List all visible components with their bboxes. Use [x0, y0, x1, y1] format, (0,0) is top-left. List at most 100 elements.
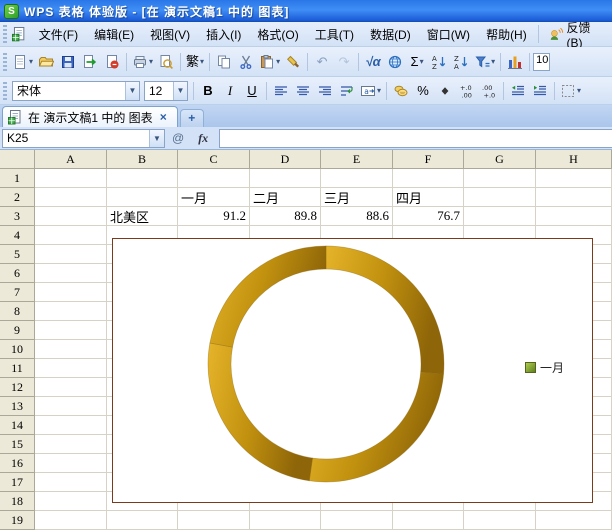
toolbar-grip[interactable] [3, 53, 7, 71]
cell-A14[interactable] [35, 416, 107, 435]
cell-A8[interactable] [35, 302, 107, 321]
cell-A18[interactable] [35, 492, 107, 511]
chevron-down-icon[interactable]: ▾ [491, 57, 495, 66]
increase-decimal-button[interactable]: +.0.00 [456, 80, 478, 102]
comma-style-button[interactable] [434, 80, 456, 102]
cell-A16[interactable] [35, 454, 107, 473]
cell-A2[interactable] [35, 188, 107, 207]
column-header-G[interactable]: G [464, 150, 536, 169]
cell-G3[interactable] [464, 207, 536, 226]
hyperlink-globe-button[interactable] [384, 51, 406, 73]
paste-button[interactable]: ▾ [257, 51, 282, 73]
cell-G1[interactable] [464, 169, 536, 188]
cell-H19[interactable] [536, 511, 612, 530]
cell-F2[interactable]: 四月 [393, 188, 464, 207]
cell-A5[interactable] [35, 245, 107, 264]
row-header-9[interactable]: 9 [0, 321, 35, 340]
autofilter-button[interactable]: ▾ [472, 51, 497, 73]
column-header-F[interactable]: F [393, 150, 464, 169]
cell-A10[interactable] [35, 340, 107, 359]
chevron-down-icon[interactable]: ▾ [149, 57, 153, 66]
new-tab-button[interactable]: + [180, 109, 204, 127]
open-button[interactable] [35, 51, 57, 73]
undo-button[interactable]: ↶ [311, 51, 333, 73]
donut-chart[interactable] [113, 239, 592, 502]
decrease-decimal-button[interactable]: .00+.0 [478, 80, 500, 102]
cell-E2[interactable]: 三月 [321, 188, 393, 207]
export-button[interactable] [79, 51, 101, 73]
format-painter-button[interactable] [282, 51, 304, 73]
row-header-5[interactable]: 5 [0, 245, 35, 264]
font-name-select[interactable]: 宋体 ▼ [12, 81, 140, 101]
increase-indent-button[interactable] [529, 80, 551, 102]
cell-E1[interactable] [321, 169, 393, 188]
percent-button[interactable]: % [412, 80, 434, 102]
cell-G19[interactable] [464, 511, 536, 530]
cell-H3[interactable] [536, 207, 612, 226]
row-header-1[interactable]: 1 [0, 169, 35, 188]
row-header-17[interactable]: 17 [0, 473, 35, 492]
menu-item-file[interactable]: 文件(F) [31, 23, 86, 46]
tab-chart-document[interactable]: 在 演示文稿1 中的 图表 × [2, 106, 178, 127]
menu-item-window[interactable]: 窗口(W) [419, 23, 478, 46]
cell-C3[interactable]: 91.2 [178, 207, 250, 226]
cell-D2[interactable]: 二月 [250, 188, 321, 207]
cell-A6[interactable] [35, 264, 107, 283]
cell-A19[interactable] [35, 511, 107, 530]
cell-B2[interactable] [107, 188, 178, 207]
cell-B3[interactable]: 北美区 [107, 207, 178, 226]
cell-E19[interactable] [321, 511, 393, 530]
currency-button[interactable] [390, 80, 412, 102]
cell-A4[interactable] [35, 226, 107, 245]
chevron-down-icon[interactable]: ▼ [173, 82, 187, 100]
donut-segment-三月[interactable] [208, 343, 313, 481]
tab-close-icon[interactable]: × [158, 110, 169, 124]
menu-item-view[interactable]: 视图(V) [142, 23, 198, 46]
cell-A17[interactable] [35, 473, 107, 492]
donut-segment-一月[interactable] [326, 246, 444, 374]
cell-B1[interactable] [107, 169, 178, 188]
menu-item-format[interactable]: 格式(O) [249, 23, 306, 46]
row-header-10[interactable]: 10 [0, 340, 35, 359]
cell-A1[interactable] [35, 169, 107, 188]
row-header-8[interactable]: 8 [0, 302, 35, 321]
cell-A3[interactable] [35, 207, 107, 226]
chevron-down-icon[interactable]: ▾ [420, 57, 424, 66]
pdf-export-button[interactable] [101, 51, 123, 73]
borders-button[interactable]: ▾ [558, 80, 583, 102]
sort-ascending-button[interactable]: AZ [428, 51, 450, 73]
wps-app-icon[interactable]: S [4, 4, 19, 19]
chevron-down-icon[interactable]: ▼ [149, 130, 164, 147]
cell-D1[interactable] [250, 169, 321, 188]
chevron-down-icon[interactable]: ▼ [125, 82, 139, 100]
cell-A7[interactable] [35, 283, 107, 302]
row-header-3[interactable]: 3 [0, 207, 35, 226]
cell-D19[interactable] [250, 511, 321, 530]
print-button[interactable]: ▾ [130, 51, 155, 73]
row-header-15[interactable]: 15 [0, 435, 35, 454]
embedded-chart-object[interactable]: 一月 [112, 238, 593, 503]
font-size-select[interactable]: 12 ▼ [144, 81, 188, 101]
column-header-H[interactable]: H [536, 150, 612, 169]
column-header-B[interactable]: B [107, 150, 178, 169]
chevron-down-icon[interactable]: ▾ [276, 57, 280, 66]
print-preview-button[interactable] [155, 51, 177, 73]
wrap-text-button[interactable] [336, 80, 358, 102]
cell-A9[interactable] [35, 321, 107, 340]
cut-button[interactable] [235, 51, 257, 73]
chart-button[interactable] [504, 51, 526, 73]
row-header-2[interactable]: 2 [0, 188, 35, 207]
decrease-indent-button[interactable] [507, 80, 529, 102]
merge-center-button[interactable]: a▾ [358, 80, 383, 102]
sort-descending-button[interactable]: ZA [450, 51, 472, 73]
cell-E3[interactable]: 88.6 [321, 207, 393, 226]
column-header-D[interactable]: D [250, 150, 321, 169]
new-document-button[interactable]: ▾ [10, 51, 35, 73]
cell-H1[interactable] [536, 169, 612, 188]
cell-D3[interactable]: 89.8 [250, 207, 321, 226]
cell-B19[interactable] [107, 511, 178, 530]
cell-A13[interactable] [35, 397, 107, 416]
chevron-down-icon[interactable]: ▾ [377, 86, 381, 95]
menu-item-edit[interactable]: 编辑(E) [86, 23, 142, 46]
row-header-7[interactable]: 7 [0, 283, 35, 302]
